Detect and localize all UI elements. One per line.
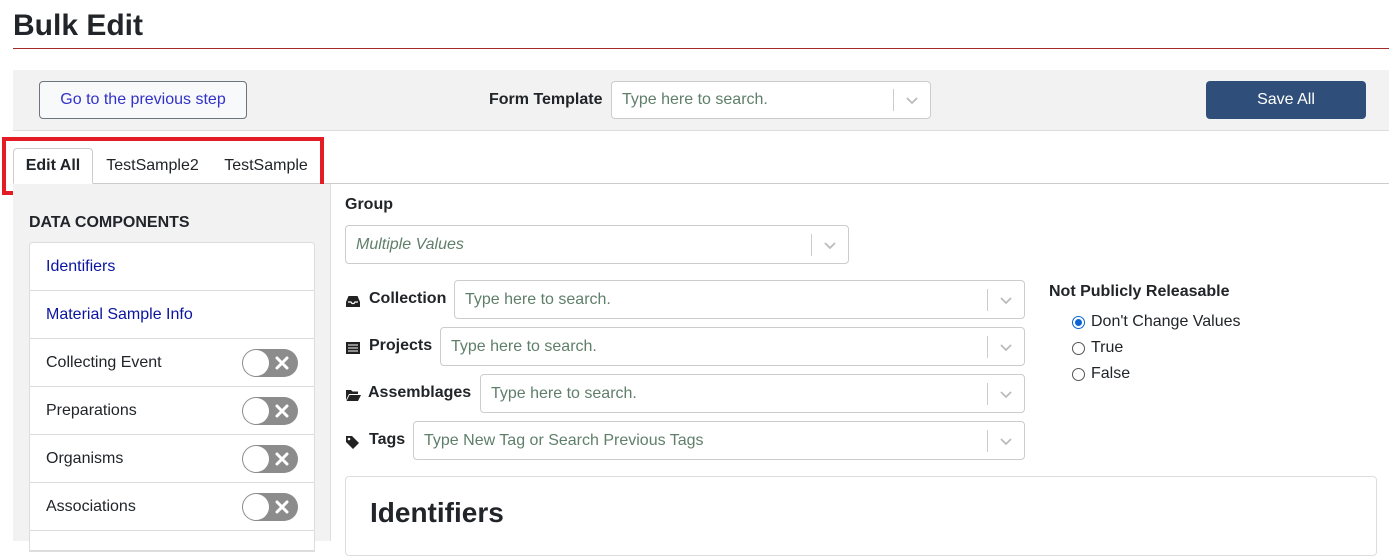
group-select[interactable]: Multiple Values [345,225,849,264]
group-label: Group [345,196,393,213]
collection-select[interactable]: Type here to search. [454,280,1025,319]
save-all-button[interactable]: Save All [1206,81,1366,119]
sidebar-item-label: Collecting Event [46,353,162,371]
tags-select[interactable]: Type New Tag or Search Previous Tags [413,421,1025,460]
close-icon [275,500,289,513]
form-template-placeholder: Type here to search. [622,91,768,108]
folder-open-icon [346,390,361,401]
sidebar-item-label: Associations [46,497,136,515]
inbox-icon [346,296,360,307]
radio-button[interactable] [1072,341,1085,355]
close-icon [275,356,289,369]
radio-label: True [1091,339,1124,356]
chevron-down-icon[interactable] [988,340,1024,354]
sidebar-title: DATA COMPONENTS [29,214,190,231]
sidebar-item-material-sample-info[interactable]: Material Sample Info [30,291,314,339]
radio-true[interactable]: True [1072,339,1123,357]
sidebar-item-label: Preparations [46,401,137,419]
sidebar-item-label[interactable]: Material Sample Info [46,306,298,324]
toolbar: Go to the previous step Form Template Ty… [13,70,1389,131]
sidebar: DATA COMPONENTS Identifiers Material Sam… [13,184,331,552]
title-divider [13,48,1389,49]
associations-toggle[interactable] [242,492,298,521]
projects-select[interactable]: Type here to search. [440,327,1025,366]
form-template-label: Form Template [489,91,603,108]
collecting-event-toggle[interactable] [242,348,298,377]
form-template-select[interactable]: Type here to search. [611,81,931,119]
previous-step-button[interactable]: Go to the previous step [39,81,247,119]
radio-button[interactable] [1072,315,1085,329]
tags-placeholder: Type New Tag or Search Previous Tags [424,431,704,449]
assemblages-select[interactable]: Type here to search. [480,374,1025,413]
page-title: Bulk Edit [13,9,144,42]
not-public-label: Not Publicly Releasable [1049,283,1230,300]
radio-label: Don't Change Values [1091,313,1241,330]
toggle-knob [243,397,269,424]
sidebar-item-label[interactable]: Identifiers [46,258,298,276]
radio-label: False [1091,365,1131,382]
sidebar-item-organisms: Organisms [30,435,314,483]
chevron-down-icon[interactable] [988,293,1024,307]
assemblages-placeholder: Type here to search. [491,384,637,402]
assemblages-label: Assemblages [368,384,472,401]
close-icon [275,404,289,417]
chevron-down-icon[interactable] [812,238,848,252]
chevron-down-icon[interactable] [988,387,1024,401]
identifiers-card-title: Identifiers [370,497,504,528]
group-value: Multiple Values [356,235,464,253]
projects-label: Projects [369,337,433,354]
list-icon [346,342,360,354]
sidebar-list: Identifiers Material Sample Info Collect… [29,242,315,552]
radio-dont-change[interactable]: Don't Change Values [1072,313,1241,331]
sidebar-item-label: Organisms [46,449,124,467]
toggle-knob [243,349,269,376]
tags-icon [346,436,359,449]
collection-placeholder: Type here to search. [465,290,611,308]
close-icon [275,452,289,465]
radio-button[interactable] [1072,367,1085,381]
identifiers-card: Identifiers [345,476,1377,556]
collection-label: Collection [369,290,447,307]
projects-placeholder: Type here to search. [451,337,597,355]
radio-false[interactable]: False [1072,365,1130,383]
sidebar-item-preparations: Preparations [30,387,314,435]
organisms-toggle[interactable] [242,444,298,473]
toggle-knob [243,493,269,520]
tab-edit-all[interactable]: Edit All [13,148,93,184]
sidebar-item-associations: Associations [30,483,314,531]
chevron-down-icon[interactable] [894,93,930,107]
tags-label: Tags [369,431,406,448]
sidebar-item-identifiers[interactable]: Identifiers [30,243,314,291]
preparations-toggle[interactable] [242,396,298,425]
toggle-knob [243,445,269,472]
chevron-down-icon[interactable] [988,434,1024,448]
sidebar-item-partial [30,531,314,551]
sidebar-item-collecting-event: Collecting Event [30,339,314,387]
